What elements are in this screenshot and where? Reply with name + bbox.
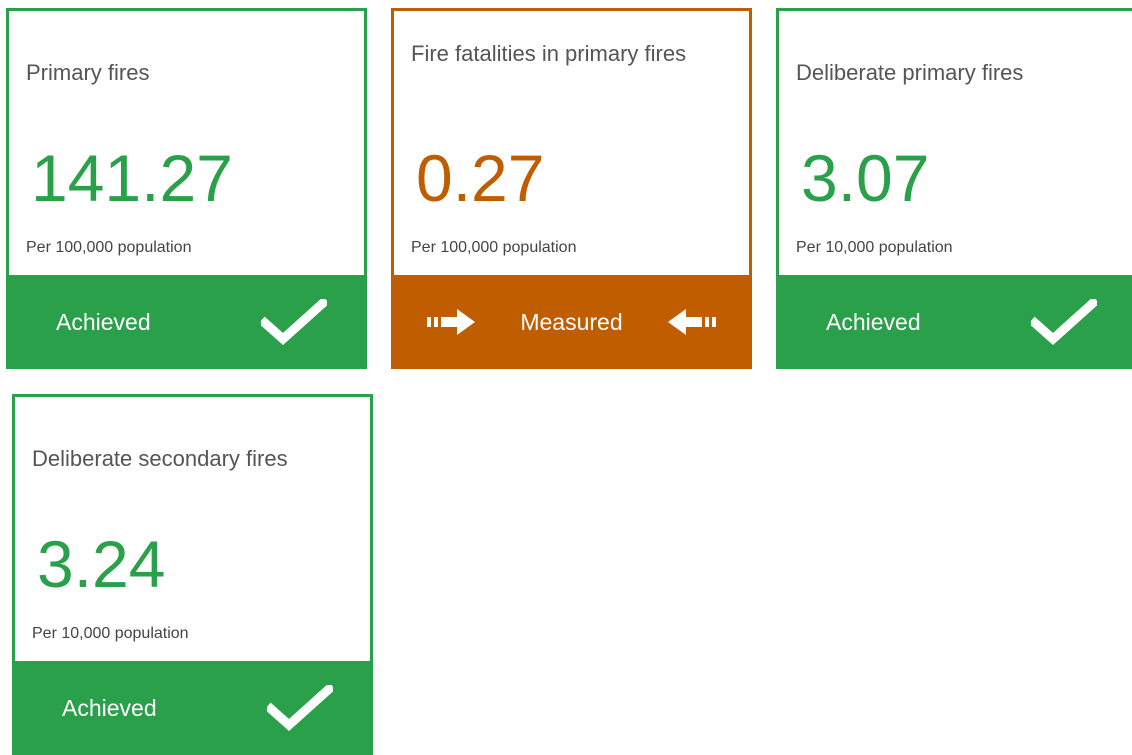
card-unit: Per 100,000 population: [26, 239, 192, 256]
card-value: 3.07: [801, 141, 930, 215]
card-title: Deliberate primary fires: [796, 60, 1024, 85]
checkmark-icon: [261, 299, 327, 345]
status-bar: Achieved: [12, 661, 373, 755]
card-value: 3.24: [37, 527, 166, 601]
card-unit: Per 10,000 population: [32, 625, 189, 642]
checkmark-icon: [267, 685, 333, 731]
kpi-card-fire-fatalities[interactable]: Fire fatalities in primary fires 0.27 Pe…: [391, 8, 752, 369]
kpi-card-primary-fires[interactable]: Primary fires 141.27 Per 100,000 populat…: [6, 8, 367, 369]
status-label: Achieved: [56, 309, 151, 335]
card-unit: Per 100,000 population: [411, 239, 577, 256]
status-bar: Measured: [391, 275, 752, 369]
checkmark-icon: [1031, 299, 1097, 345]
kpi-card-deliberate-secondary-fires[interactable]: Deliberate secondary fires 3.24 Per 10,0…: [12, 394, 373, 755]
card-value: 141.27: [31, 141, 233, 215]
status-label: Achieved: [62, 695, 157, 721]
card-title: Primary fires: [26, 60, 150, 85]
status-label: Achieved: [826, 309, 921, 335]
card-unit: Per 10,000 population: [796, 239, 953, 256]
status-bar: Achieved: [6, 275, 367, 369]
card-value: 0.27: [416, 141, 545, 215]
card-title: Deliberate secondary fires: [32, 446, 288, 471]
kpi-card-deliberate-primary-fires[interactable]: Deliberate primary fires 3.07 Per 10,000…: [776, 8, 1132, 369]
arrow-left-icon: [668, 309, 716, 335]
card-title: Fire fatalities in primary fires: [411, 41, 687, 66]
status-bar: Achieved: [776, 275, 1132, 369]
